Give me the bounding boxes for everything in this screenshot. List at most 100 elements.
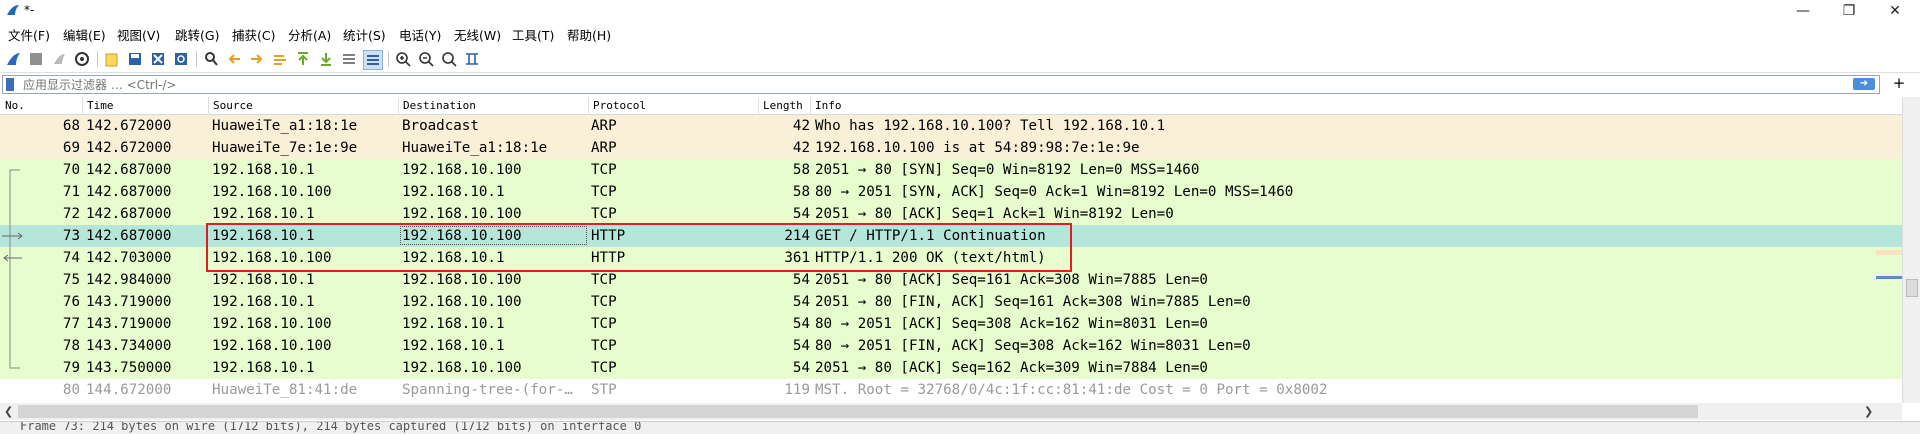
menu-item[interactable]: 视图(V) — [117, 25, 160, 44]
packet-destination-cell: 192.168.10.100 — [402, 206, 522, 222]
packet-source-cell: 192.168.10.1 — [212, 294, 315, 310]
packet-source-cell: HuaweiTe_7e:1e:9e — [212, 140, 358, 156]
horizontal-scrollbar-thumb[interactable] — [18, 405, 1698, 418]
column-header-source[interactable]: Source — [210, 99, 253, 112]
reload-file-icon[interactable] — [172, 50, 190, 68]
packet-destination-cell: 192.168.10.1 — [402, 338, 505, 354]
packet-row[interactable]: 69 142.672000 HuaweiTe_7e:1e:9e HuaweiTe_a1… — [0, 137, 1902, 159]
display-filter-bar: ➜ + — [0, 74, 1920, 94]
start-capture-icon[interactable] — [4, 50, 22, 68]
packet-time-cell: 142.687000 — [86, 206, 172, 222]
packet-length-cell: 58 — [792, 162, 810, 178]
menu-item[interactable]: 分析(A) — [288, 25, 331, 44]
packet-info-cell: 2051 → 80 [ACK] Seq=161 Ack=308 Win=7885… — [815, 272, 1208, 288]
auto-scroll-icon[interactable] — [340, 50, 358, 68]
packet-destination-cell: 192.168.10.100 — [402, 294, 522, 310]
menu-item[interactable]: 工具(T) — [512, 25, 554, 44]
vertical-scrollbar-thumb[interactable] — [1906, 279, 1918, 297]
packet-number-cell: 78 — [62, 338, 80, 354]
column-header-length[interactable]: Length — [760, 99, 803, 112]
menu-item[interactable]: 编辑(E) — [63, 25, 106, 44]
scroll-left-icon[interactable]: ❮ — [4, 405, 13, 418]
packet-row[interactable]: 75 142.984000 192.168.10.1 192.168.10.100 TC… — [0, 269, 1902, 291]
display-filter-input[interactable] — [23, 76, 1823, 93]
packet-length-cell: 42 — [792, 140, 810, 156]
packet-row[interactable]: 77 143.719000 192.168.10.100 192.168.10.1 TC… — [0, 313, 1902, 335]
capture-options-icon[interactable] — [73, 50, 91, 68]
packet-info-cell: 2051 → 80 [ACK] Seq=162 Ack=309 Win=7884… — [815, 360, 1208, 376]
apply-filter-icon[interactable]: ➜ — [1853, 78, 1875, 90]
menu-item[interactable]: 捕获(C) — [232, 25, 275, 44]
last-packet-icon[interactable] — [317, 50, 335, 68]
packet-number-cell: 71 — [62, 184, 80, 200]
menu-item[interactable]: 文件(F) — [8, 25, 50, 44]
menu-item[interactable]: 跳转(G) — [175, 25, 219, 44]
packet-minimap — [1876, 250, 1902, 279]
packet-row[interactable]: 79 143.750000 192.168.10.1 192.168.10.100 TC… — [0, 357, 1902, 379]
packet-row[interactable]: 76 143.719000 192.168.10.1 192.168.10.100 TC… — [0, 291, 1902, 313]
restart-capture-icon[interactable] — [50, 50, 68, 68]
packet-time-cell: 143.719000 — [86, 316, 172, 332]
packet-source-cell: 192.168.10.1 — [212, 272, 315, 288]
scroll-right-icon[interactable]: ❯ — [1864, 405, 1873, 418]
packet-destination-cell: Broadcast — [402, 118, 479, 134]
minimize-button[interactable]: — — [1780, 0, 1826, 22]
packet-info-cell: 2051 → 80 [ACK] Seq=1 Ack=1 Win=8192 Len… — [815, 206, 1174, 222]
toolbar-separator — [97, 51, 98, 67]
menu-item[interactable]: 统计(S) — [343, 25, 386, 44]
zoom-out-icon[interactable] — [417, 50, 435, 68]
packet-row[interactable]: 68 142.672000 HuaweiTe_a1:18:1e Broadcast AR… — [0, 115, 1902, 137]
vertical-scrollbar[interactable] — [1902, 97, 1920, 403]
colorize-icon[interactable] — [363, 50, 383, 70]
packet-time-cell: 142.672000 — [86, 118, 172, 134]
packet-row[interactable]: 80 144.672000 HuaweiTe_81:41:de Spanning-tr… — [0, 379, 1902, 401]
close-button[interactable]: ✕ — [1872, 0, 1918, 22]
column-header-time[interactable]: Time — [84, 99, 114, 112]
column-header-info[interactable]: Info — [812, 99, 842, 112]
maximize-button[interactable]: ❐ — [1826, 0, 1872, 22]
packet-number-cell: 77 — [62, 316, 80, 332]
packet-row[interactable]: 73 142.687000 192.168.10.1 192.168.10.100 HT… — [0, 225, 1902, 247]
packet-number-cell: 75 — [62, 272, 80, 288]
menu-item[interactable]: 帮助(H) — [567, 25, 611, 44]
open-file-icon[interactable] — [103, 50, 121, 68]
close-file-icon[interactable] — [149, 50, 167, 68]
column-header-no[interactable]: No. — [2, 99, 25, 112]
go-back-icon[interactable] — [225, 50, 243, 68]
save-file-icon[interactable] — [126, 50, 144, 68]
packet-row[interactable]: 78 143.734000 192.168.10.100 192.168.10.1 TC… — [0, 335, 1902, 357]
packet-row[interactable]: 72 142.687000 192.168.10.1 192.168.10.100 TC… — [0, 203, 1902, 225]
go-to-packet-icon[interactable] — [271, 50, 289, 68]
packet-row[interactable]: 74 142.703000 192.168.10.100 192.168.10.1 HT… — [0, 247, 1902, 269]
stop-capture-icon[interactable] — [27, 50, 45, 68]
packet-row[interactable]: 71 142.687000 192.168.10.100 192.168.10.1 TC… — [0, 181, 1902, 203]
column-header-protocol[interactable]: Protocol — [590, 99, 646, 112]
menu-item[interactable]: 无线(W) — [454, 25, 501, 44]
packet-number-cell: 69 — [62, 140, 80, 156]
menu-item[interactable]: 电话(Y) — [399, 25, 441, 44]
find-packet-icon[interactable] — [202, 50, 220, 68]
packet-info-cell: 2051 → 80 [FIN, ACK] Seq=161 Ack=308 Win… — [815, 294, 1251, 310]
zoom-in-icon[interactable] — [394, 50, 412, 68]
add-filter-button-icon[interactable]: + — [1889, 74, 1909, 92]
packet-source-cell: 192.168.10.1 — [212, 162, 315, 178]
bookmark-icon[interactable] — [6, 78, 14, 91]
title-bar: *- — ❐ ✕ — [0, 0, 1920, 22]
packet-info-cell: 80 → 2051 [SYN, ACK] Seq=0 Ack=1 Win=819… — [815, 184, 1294, 200]
packet-time-cell: 142.984000 — [86, 272, 172, 288]
packet-time-cell: 142.672000 — [86, 140, 172, 156]
packet-length-cell: 54 — [792, 316, 810, 332]
first-packet-icon[interactable] — [294, 50, 312, 68]
packet-row[interactable]: 70 142.687000 192.168.10.1 192.168.10.100 TC… — [0, 159, 1902, 181]
packet-info-cell: MST. Root = 32768/0/4c:1f:cc:81:41:de Co… — [815, 382, 1328, 398]
normal-size-icon[interactable] — [440, 50, 458, 68]
packet-destination-cell: 192.168.10.100 — [402, 272, 522, 288]
column-header-destination[interactable]: Destination — [400, 99, 476, 112]
resize-columns-icon[interactable] — [463, 50, 481, 68]
packet-info-cell: 80 → 2051 [ACK] Seq=308 Ack=162 Win=8031… — [815, 316, 1208, 332]
go-forward-icon[interactable] — [248, 50, 266, 68]
packet-source-cell: HuaweiTe_81:41:de — [212, 382, 358, 398]
packet-info-cell: GET / HTTP/1.1 Continuation — [815, 228, 1046, 244]
packet-info-cell: HTTP/1.1 200 OK (text/html) — [815, 250, 1046, 266]
display-filter-box: ➜ — [2, 75, 1880, 94]
